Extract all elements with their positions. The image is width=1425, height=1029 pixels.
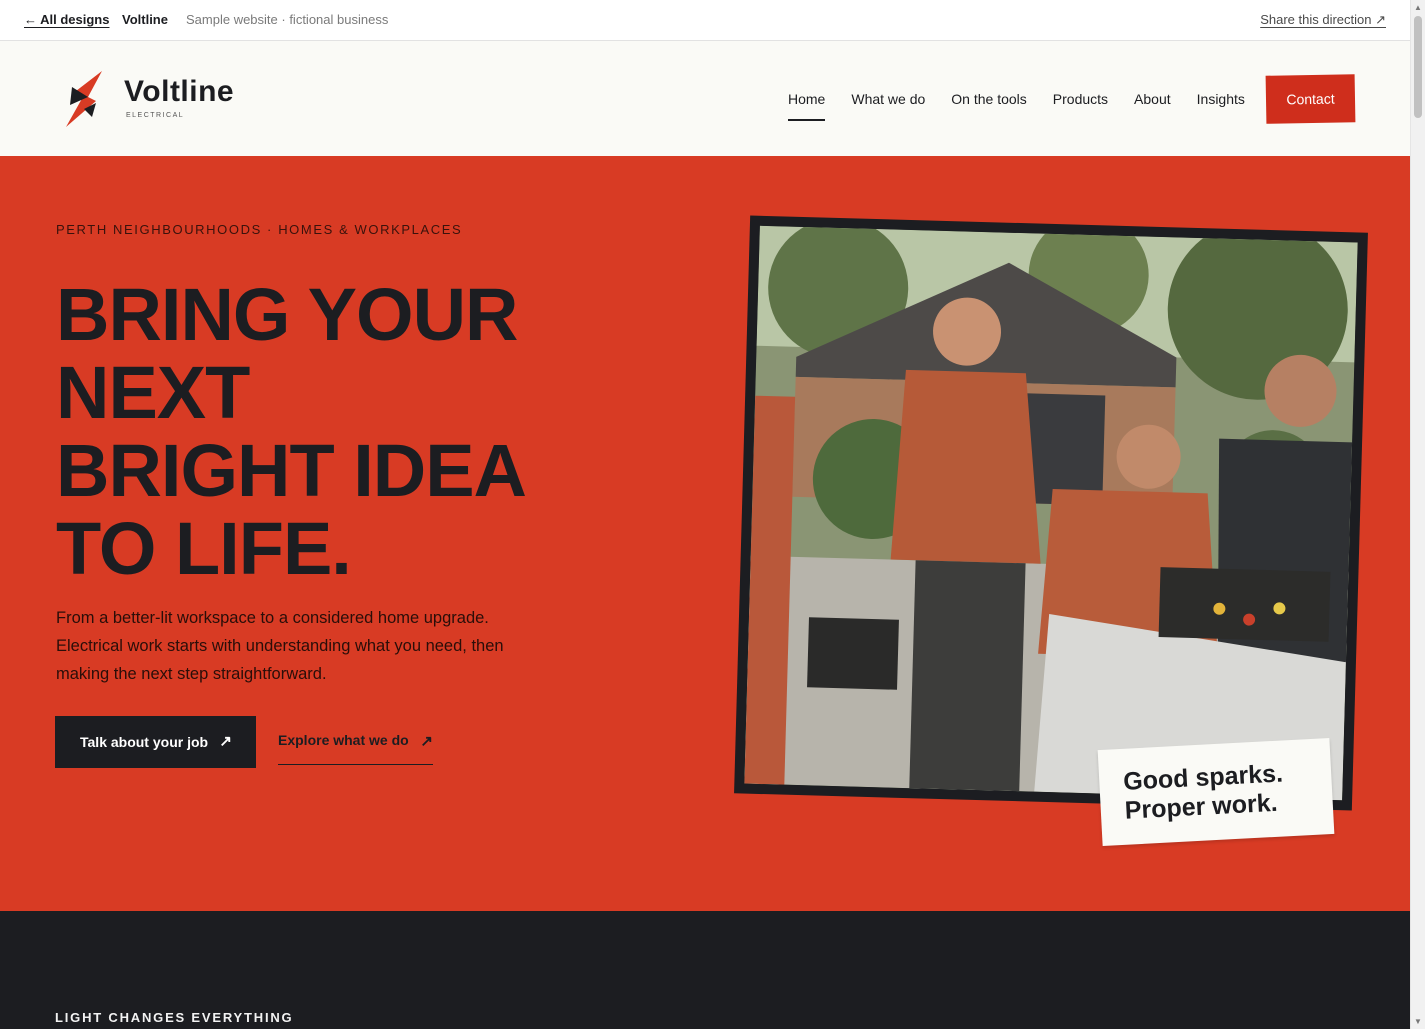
share-direction-link[interactable]: Share this direction ↗ <box>1260 12 1386 28</box>
headline-line: NEXT <box>56 351 250 434</box>
logo-tagline: ELECTRICAL <box>126 112 185 119</box>
hero-lede: From a better-lit workspace to a conside… <box>56 609 504 683</box>
section-kicker: LIGHT CHANGES EVERYTHING <box>55 1010 294 1025</box>
hero-section: PERTH NEIGHBOURHOODS · HOMES & WORKPLACE… <box>0 156 1410 911</box>
contact-button[interactable]: Contact <box>1265 74 1356 124</box>
preview-brand-name: Voltline <box>122 12 168 27</box>
nav-item-insights[interactable]: Insights <box>1197 91 1245 107</box>
hero-photo-frame <box>734 215 1368 811</box>
nav-item-what-we-do[interactable]: What we do <box>851 91 925 107</box>
all-designs-link[interactable]: ← All designs <box>24 12 109 27</box>
electricians-team-photo <box>744 225 1358 801</box>
explore-label: Explore what we do <box>278 732 409 748</box>
scroll-down-icon[interactable]: ▼ <box>1414 1017 1422 1026</box>
preview-bar: ← All designs Voltline Sample website · … <box>0 0 1410 41</box>
scroll-up-icon[interactable]: ▲ <box>1414 3 1422 12</box>
talk-about-job-button[interactable]: Talk about your job ↗ <box>55 716 256 768</box>
preview-subtitle: Sample website · fictional business <box>186 12 389 27</box>
lightning-bolt-logo-icon[interactable] <box>62 69 108 129</box>
nav-item-home[interactable]: Home <box>788 91 826 121</box>
page-scrollbar[interactable]: ▲ ▼ <box>1410 0 1425 1029</box>
headline-line: BRING YOUR <box>56 273 518 356</box>
nav-item-products[interactable]: Products <box>1053 91 1108 107</box>
headline-line: BRIGHT IDEA <box>56 429 527 512</box>
logo-wordmark[interactable]: Voltline <box>124 75 234 109</box>
headline-line: TO LIFE. <box>56 507 352 590</box>
talk-about-job-label: Talk about your job <box>80 734 209 750</box>
arrow-up-right-icon: ↗ <box>219 733 232 750</box>
explore-what-we-do-link[interactable]: Explore what we do ↗ <box>278 732 433 765</box>
light-changes-section: LIGHT CHANGES EVERYTHING <box>0 911 1410 1029</box>
site-header: Voltline ELECTRICAL Home What we do On t… <box>0 41 1410 156</box>
scrollbar-thumb[interactable] <box>1414 16 1422 118</box>
hero-eyebrow: PERTH NEIGHBOURHOODS · HOMES & WORKPLACE… <box>56 222 463 237</box>
hero-headline: BRING YOUR NEXT BRIGHT IDEA TO LIFE. <box>56 276 656 588</box>
arrow-up-right-icon: ↗ <box>420 733 433 750</box>
nav-item-on-the-tools[interactable]: On the tools <box>951 91 1027 107</box>
photo-illustration <box>744 225 1358 801</box>
nav-item-about[interactable]: About <box>1134 91 1171 107</box>
good-sparks-sticker: Good sparks. Proper work. <box>1097 737 1335 847</box>
main-nav: Home What we do On the tools Products Ab… <box>788 91 1245 121</box>
